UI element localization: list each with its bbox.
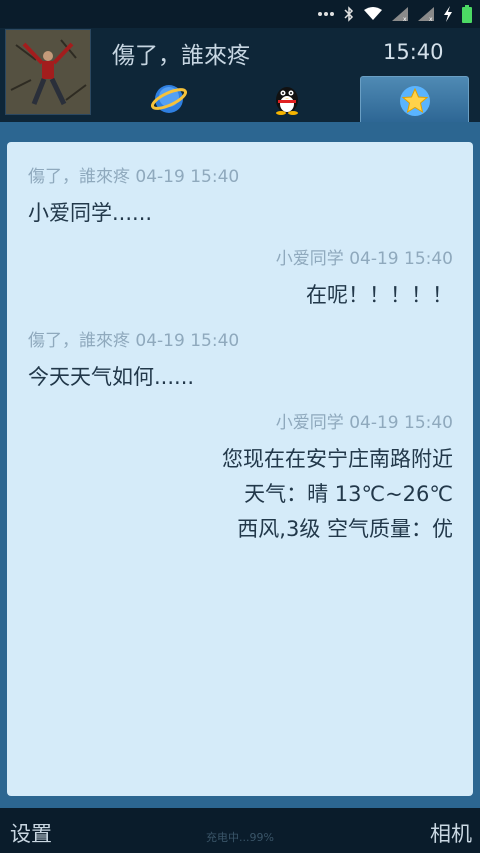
bluetooth-icon [344,6,354,22]
star-icon [399,85,430,116]
message-meta: 小爱同学 04-19 15:40 [275,249,453,269]
svg-text:x: x [429,16,433,21]
camera-button[interactable]: 相机 [430,818,472,848]
ie-globe-icon [151,85,187,113]
header-time: 15:40 [383,40,444,64]
tab-browser[interactable] [116,76,222,122]
message-meta: 小爱同学 04-19 15:40 [275,413,453,433]
charging-status: 充电中...99% [206,831,274,844]
signal-2-icon: x [418,7,434,21]
more-dots-icon [318,11,334,17]
signal-1-icon: x [392,7,408,21]
message-meta: 傷了，誰來疼 04-19 15:40 [28,167,240,187]
tab-favorites[interactable] [360,76,469,124]
qq-penguin-icon [276,87,298,115]
message-text: 您现在在安宁庄南路附近 [222,447,453,471]
message-sent: 小爱同学 04-19 15:40 您现在在安宁庄南路附近 天气：晴 13℃~26… [222,408,453,543]
battery-icon [462,5,472,23]
message-received: 傷了，誰來疼 04-19 15:40 小爱同学...... [28,162,239,226]
message-text: 小爱同学...... [28,201,153,225]
contact-name: 傷了，誰來疼 [112,43,250,69]
message-text: 天气：晴 13℃~26℃ [244,482,453,507]
message-text: 今天天气如何...... [28,365,195,389]
message-text: 西风,3级 空气质量：优 [237,517,453,542]
message-received: 傷了，誰來疼 04-19 15:40 今天天气如何...... [28,326,239,390]
message-meta: 傷了，誰來疼 04-19 15:40 [28,331,240,351]
tab-qq[interactable] [234,76,340,122]
charging-icon [444,6,452,22]
status-bar: x x [0,0,480,28]
avatar[interactable] [5,29,91,115]
wifi-icon [364,7,382,21]
message-text: 在呢！！！！！ [306,283,453,307]
message-sent: 小爱同学 04-19 15:40 在呢！！！！！ [276,244,453,308]
svg-text:x: x [403,16,407,21]
